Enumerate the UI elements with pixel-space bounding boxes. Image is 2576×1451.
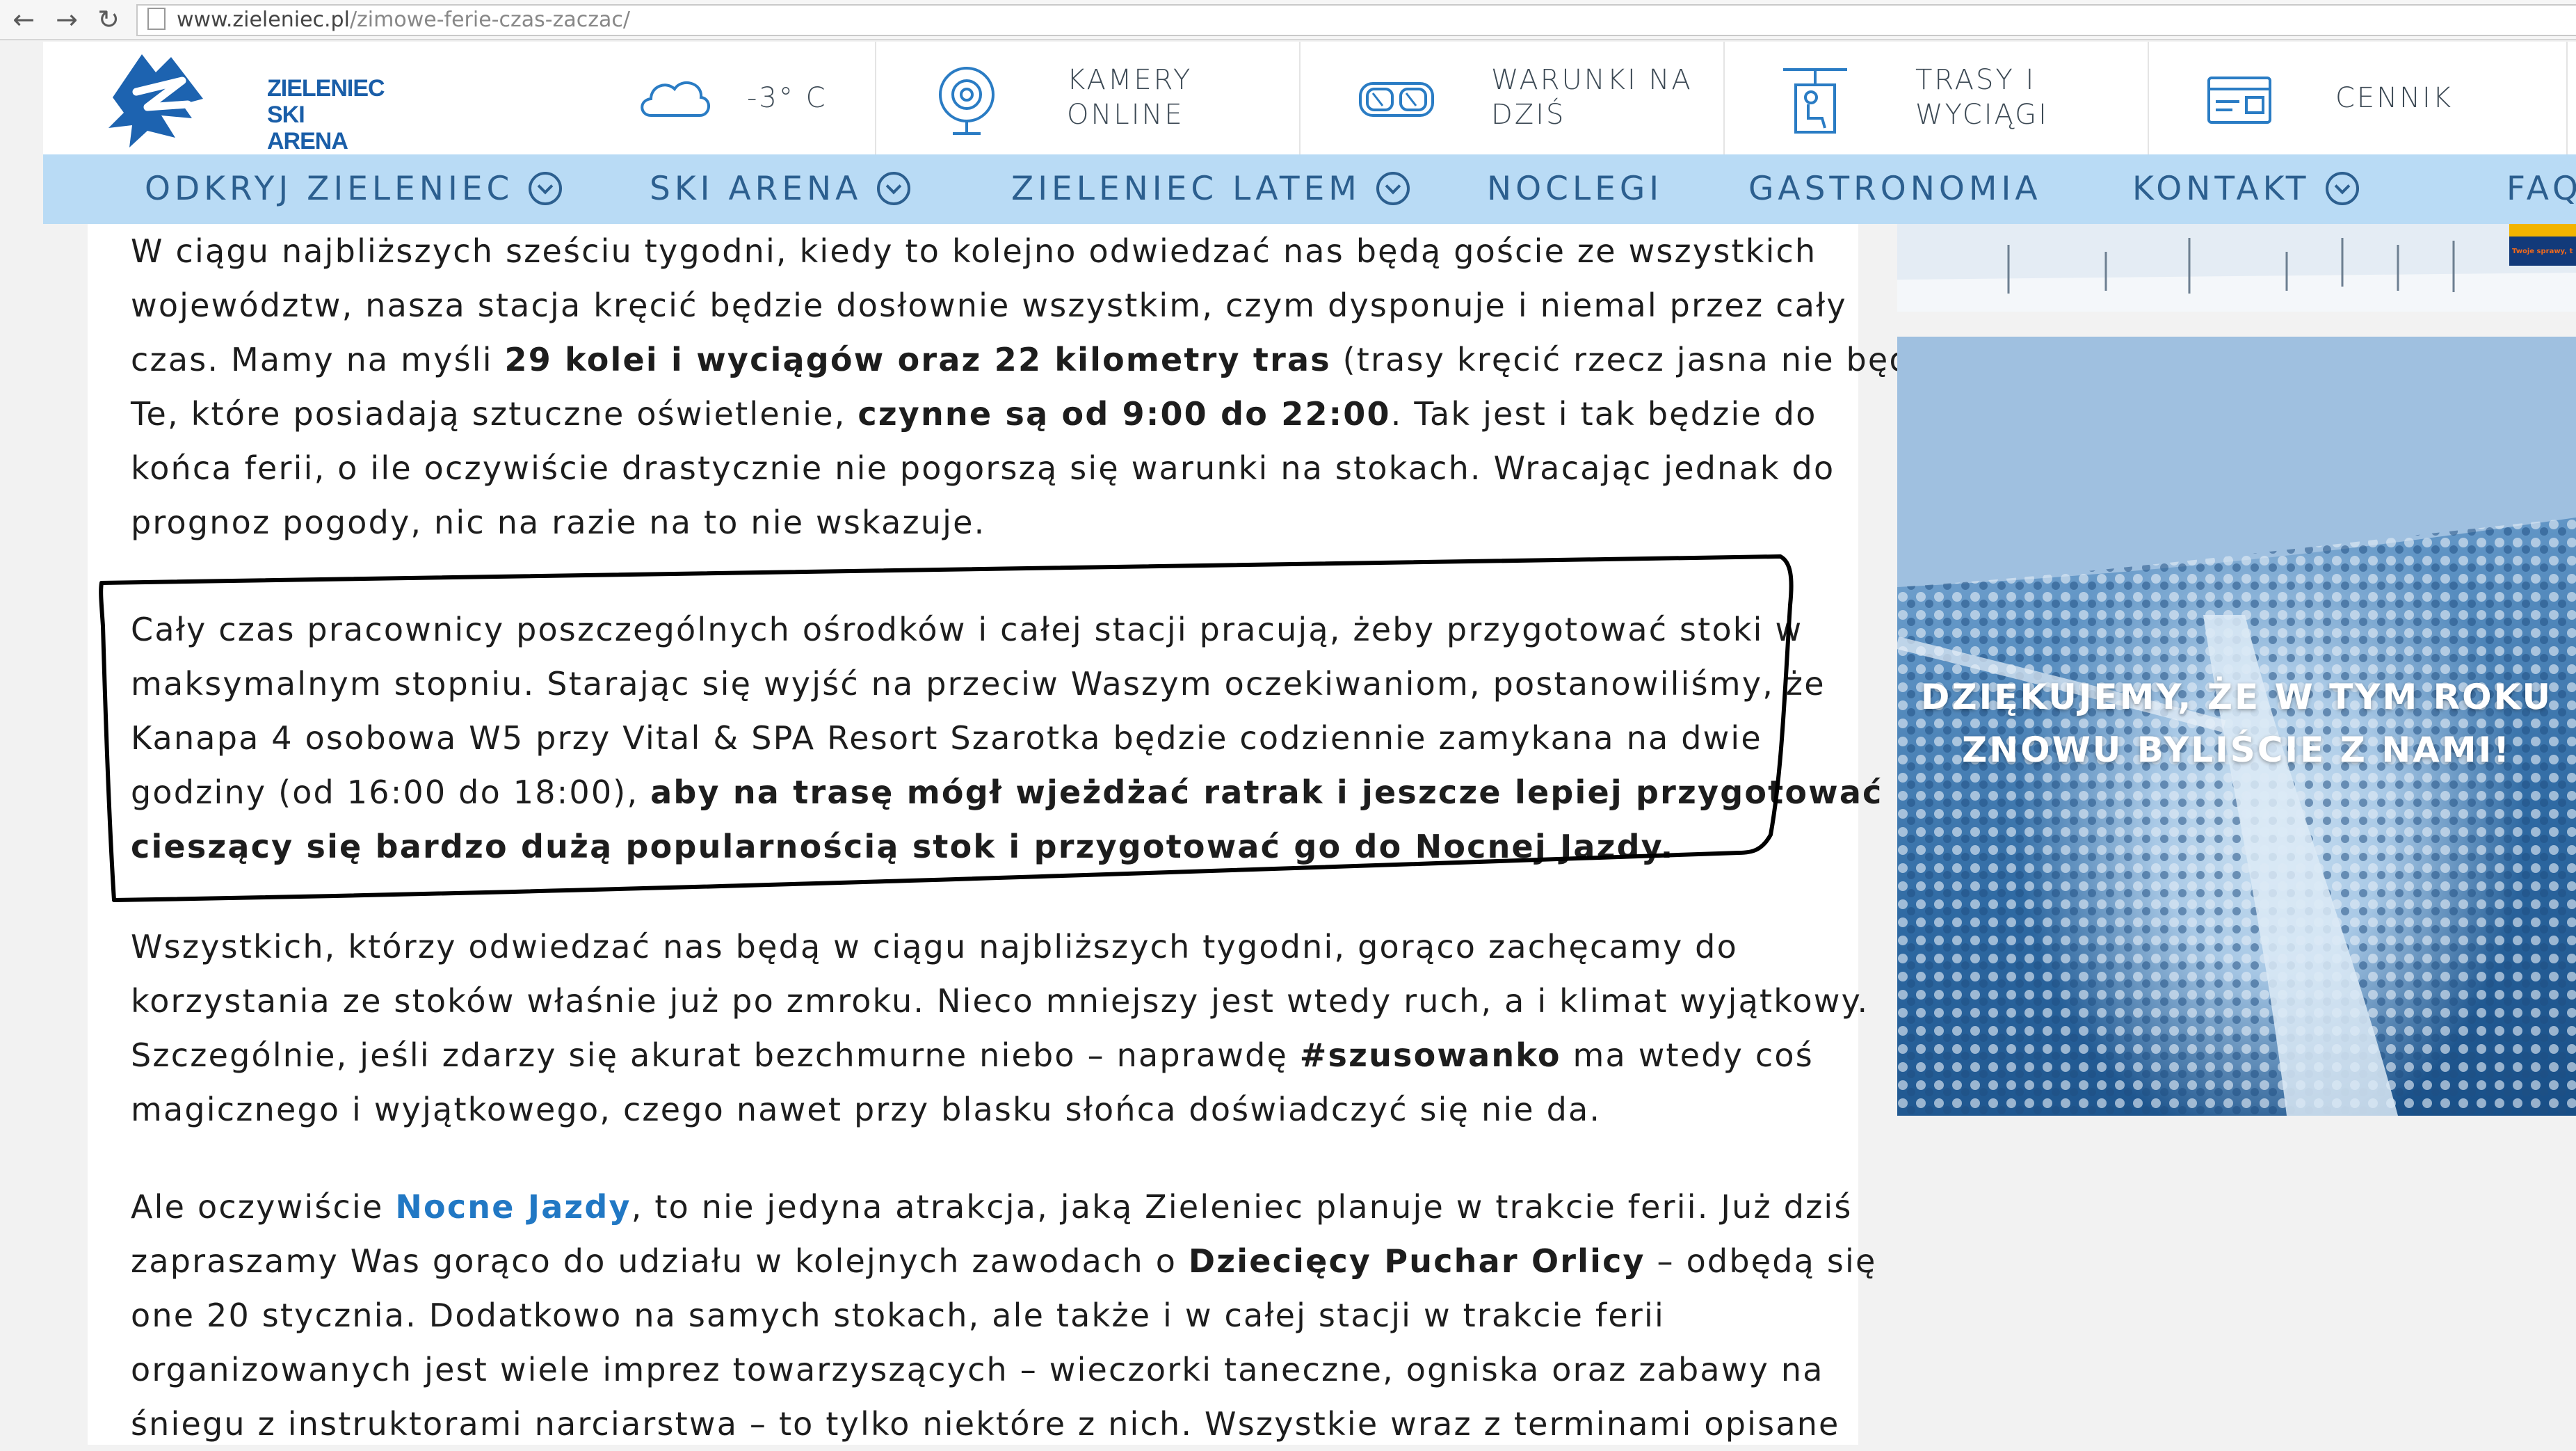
caption-line-2: ZNOWU BYLIŚCIE Z NAMI!: [1961, 730, 2512, 770]
sidebar-photo-banner[interactable]: DZIĘKUJEMY, ŻE W TYM ROKU ZNOWU BYLIŚCIE…: [1897, 337, 2576, 1116]
sidebar-thank-you-caption: DZIĘKUJEMY, ŻE W TYM ROKU ZNOWU BYLIŚCIE…: [1897, 671, 2576, 776]
caption-line-1: DZIĘKUJEMY, ŻE W TYM ROKU: [1920, 677, 2553, 717]
winter-trees-strip: Twoje sprawy, t: [1897, 224, 2576, 312]
banner-snippet-text: Twoje sprawy, t: [2512, 248, 2573, 255]
sidebar-banner-top[interactable]: Twoje sprawy, t: [1897, 224, 2576, 312]
